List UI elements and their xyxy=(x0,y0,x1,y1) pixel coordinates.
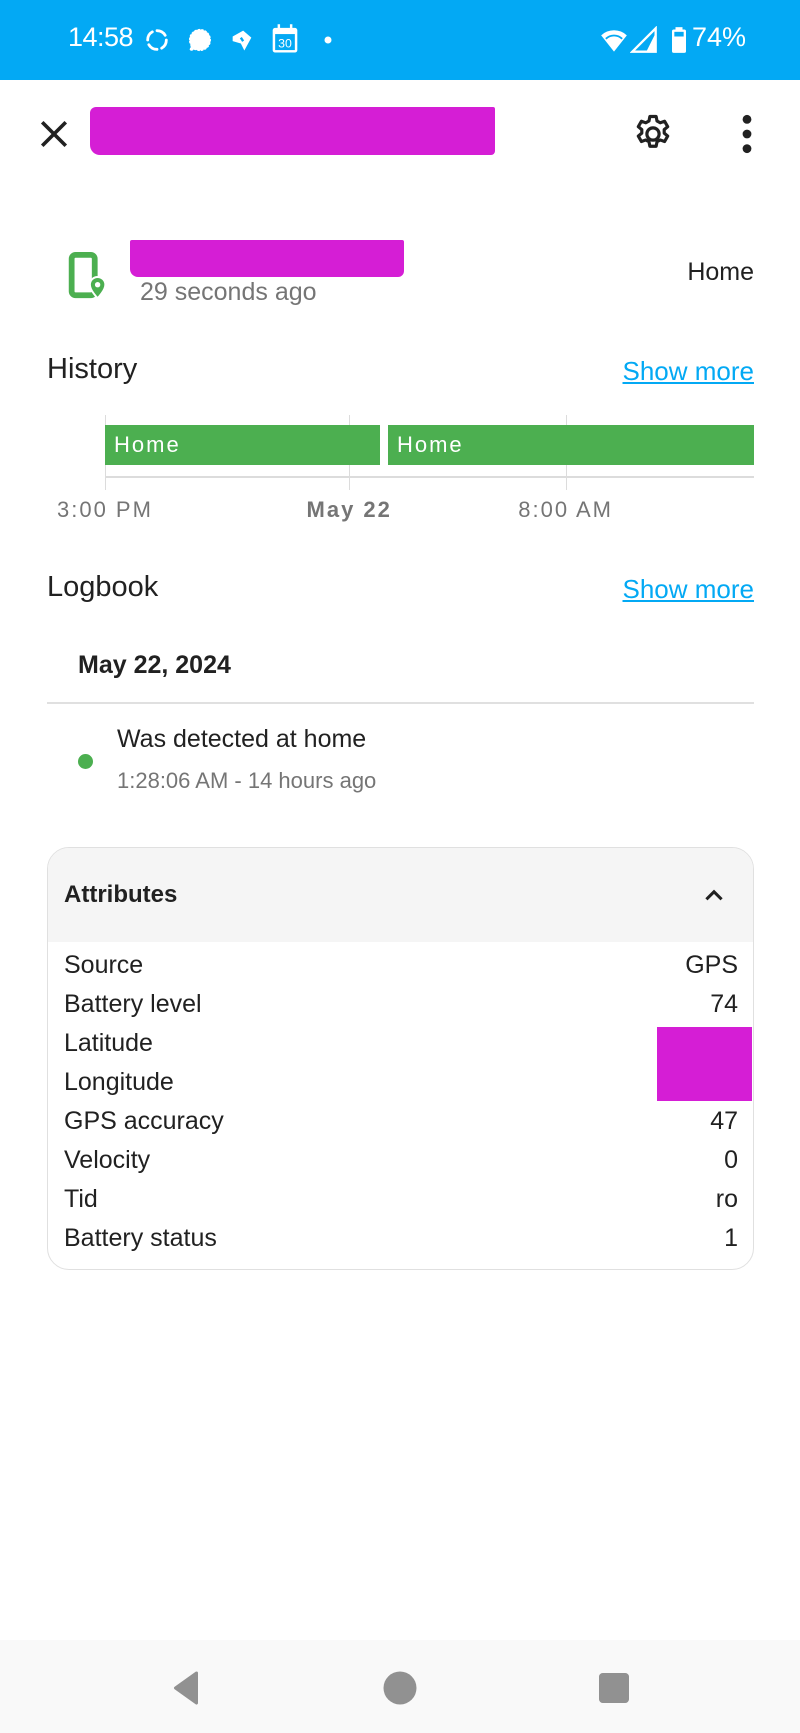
home-icon[interactable] xyxy=(382,1670,418,1706)
sync-icon xyxy=(146,29,168,51)
dialog-title-redacted xyxy=(90,107,495,155)
logbook-date-header: May 22, 2024 xyxy=(78,651,231,679)
attribute-key: Velocity xyxy=(64,1146,151,1174)
timeline-tick-label: 8:00 AM xyxy=(518,497,613,522)
logbook-entry-message: Was detected at home xyxy=(117,725,367,753)
system-nav-bar xyxy=(0,1640,800,1733)
calendar-icon: 30 xyxy=(272,24,298,53)
recents-icon[interactable] xyxy=(596,1670,632,1706)
entity-row[interactable]: 29 seconds ago Home xyxy=(0,230,800,320)
attribute-key: Tid xyxy=(64,1185,98,1213)
attribute-key: Longitude xyxy=(64,1068,174,1096)
cell-signal-icon xyxy=(630,26,657,53)
attribute-row: Tid ro xyxy=(64,1180,738,1219)
attribute-value: ro xyxy=(715,1185,738,1213)
chevron-up-icon[interactable] xyxy=(701,882,727,908)
attribute-key: Battery status xyxy=(64,1224,217,1252)
calendar-day: 30 xyxy=(278,37,292,51)
attribute-row: Battery level 74 xyxy=(64,985,738,1024)
entity-state: Home xyxy=(687,258,754,286)
app-notification-icon xyxy=(232,30,252,51)
attribute-row: Velocity 0 xyxy=(64,1141,738,1180)
timeline-tick-label: 3:00 PM xyxy=(57,497,153,522)
attribute-row: Latitude xyxy=(64,1024,752,1101)
attributes-card: Attributes Source GPS Battery level 74 Latit… xyxy=(47,847,754,1270)
logbook-show-more-link[interactable]: Show more xyxy=(623,574,755,605)
attribute-row: Longitude xyxy=(64,1063,738,1102)
attribute-value: 74 xyxy=(710,990,738,1018)
back-icon[interactable] xyxy=(168,1670,204,1706)
battery-percent: 74% xyxy=(691,22,746,52)
battery-icon xyxy=(672,27,686,53)
attributes-header[interactable]: Attributes xyxy=(48,848,753,942)
entity-name-redacted xyxy=(130,240,404,277)
close-icon[interactable] xyxy=(36,116,72,152)
attributes-title: Attributes xyxy=(64,881,178,908)
history-title: History xyxy=(47,353,138,385)
more-vert-icon[interactable] xyxy=(732,112,762,156)
history-show-more-link[interactable]: Show more xyxy=(623,356,755,387)
signal-messenger-icon xyxy=(188,28,211,52)
logbook-title: Logbook xyxy=(47,571,159,603)
dialog-toolbar xyxy=(0,80,800,190)
history-timeline: Home Home 3:00 PM May 22 8:00 AM xyxy=(0,410,800,530)
gear-icon[interactable] xyxy=(632,113,674,155)
attribute-value: 47 xyxy=(710,1107,738,1135)
state-dot-icon xyxy=(78,754,93,769)
more-notifications-dot-icon xyxy=(324,36,332,44)
logbook-divider xyxy=(47,702,754,704)
attribute-key: Latitude xyxy=(64,1029,153,1057)
timeline-tick-label: May 22 xyxy=(306,497,392,522)
clock: 14:58 xyxy=(68,22,134,52)
wifi-icon xyxy=(601,30,627,52)
cellphone-marker-icon xyxy=(68,252,107,300)
timeline-state-bar[interactable]: Home xyxy=(105,425,381,465)
attribute-row: Battery status 1 xyxy=(64,1219,738,1258)
logbook-entry[interactable]: Was detected at home 1:28:06 AM - 14 hou… xyxy=(47,720,754,796)
attribute-key: GPS accuracy xyxy=(64,1107,224,1135)
timeline-state-bar[interactable]: Home xyxy=(387,425,754,465)
attributes-list: Source GPS Battery level 74 Latitude Longitud… xyxy=(64,946,752,1258)
attribute-key: Source xyxy=(64,951,144,979)
attribute-row: GPS accuracy 47 xyxy=(64,1102,738,1141)
attribute-row: Source GPS xyxy=(64,946,738,985)
timeline-axis xyxy=(105,476,754,478)
last-changed: 29 seconds ago xyxy=(140,278,317,306)
attribute-value: 1 xyxy=(724,1224,738,1252)
logbook-entry-time: 1:28:06 AM - 14 hours ago xyxy=(117,768,377,793)
attribute-value: 0 xyxy=(724,1146,738,1174)
attribute-value: GPS xyxy=(685,951,738,979)
attribute-key: Battery level xyxy=(64,990,202,1018)
status-bar: 14:58 30 74% xyxy=(0,0,800,80)
